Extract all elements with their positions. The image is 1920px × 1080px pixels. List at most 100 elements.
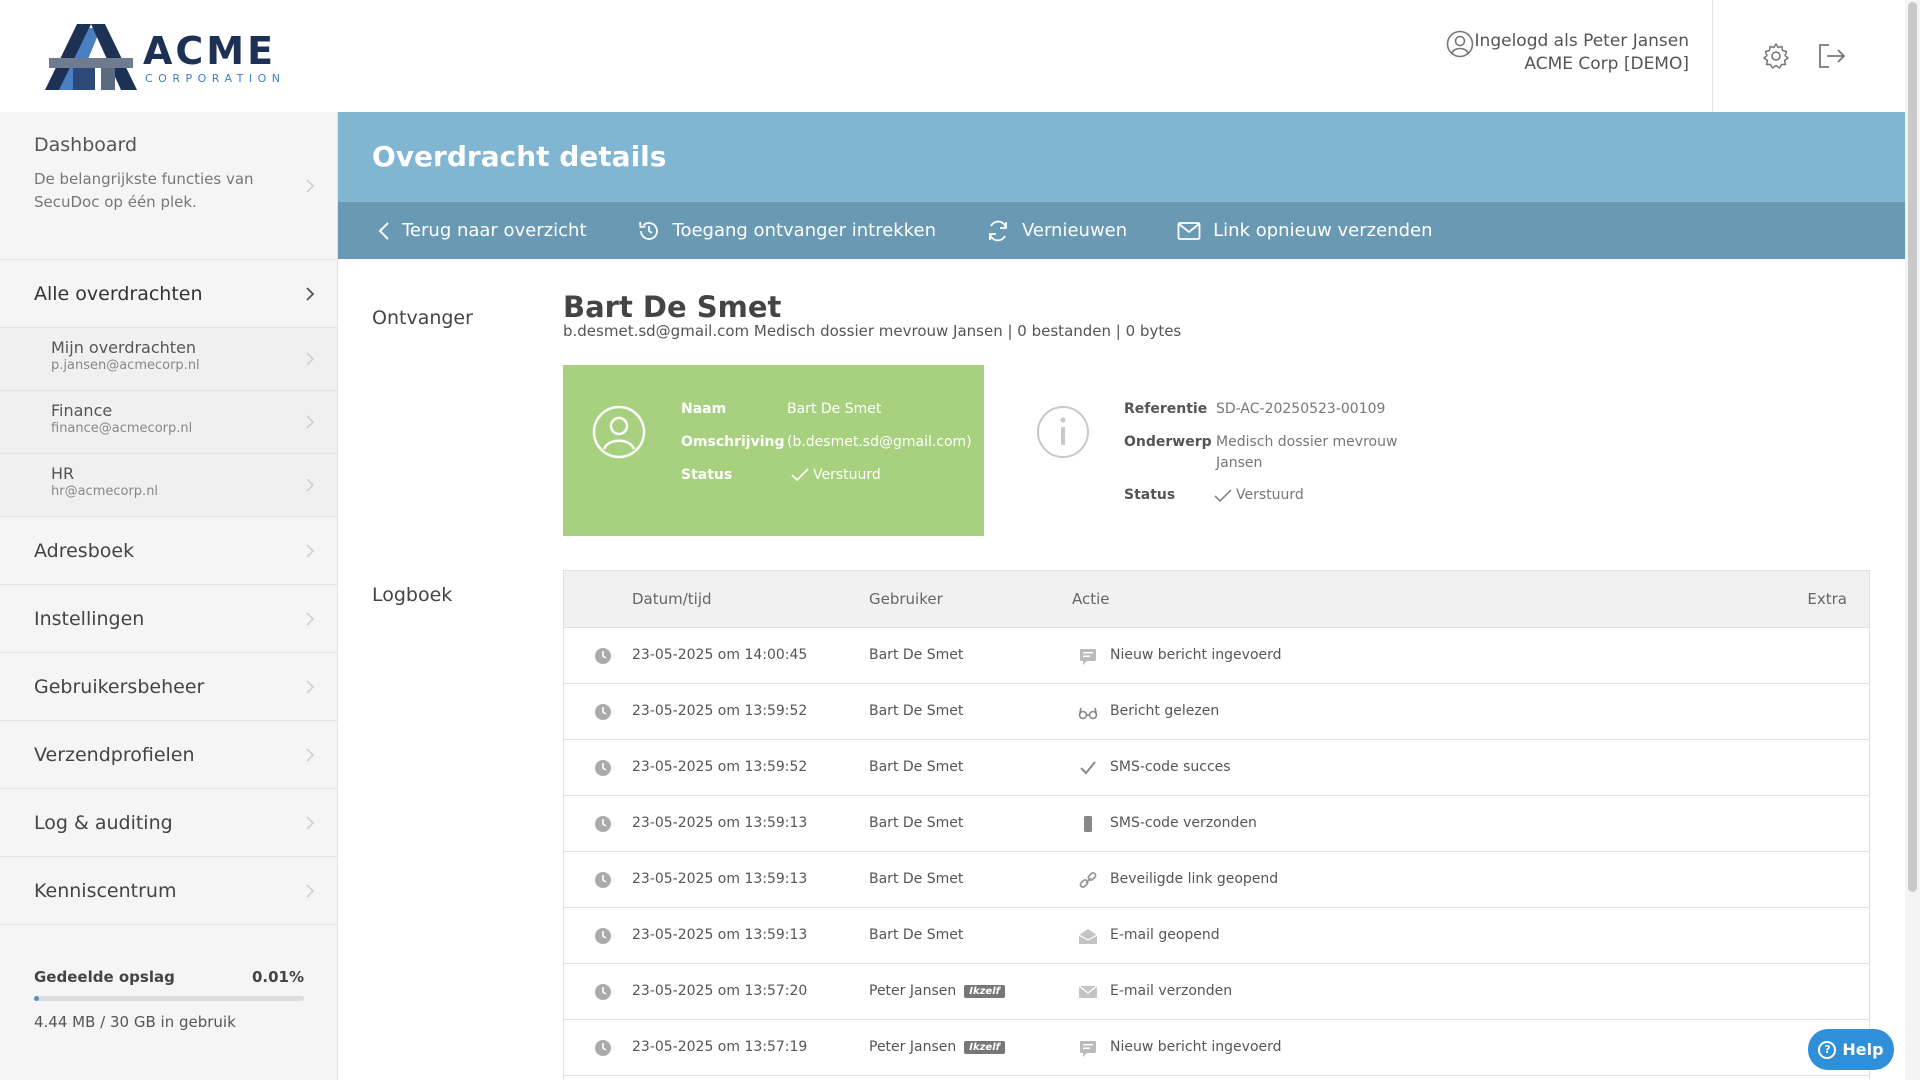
renew-button[interactable]: Vernieuwen [986,219,1127,243]
sidebar-item-all-transfers[interactable]: Alle overdrachten [0,260,337,328]
recipient-card-description-label: Omschrijving [681,434,785,450]
log-user: Bart De Smet [869,815,963,831]
self-badge: Ikzelf [964,985,1005,998]
log-action: SMS-code succes [1110,759,1231,775]
acme-logo-mark-icon [45,24,137,90]
recipient-card-name-value: Bart De Smet [787,401,882,417]
log-user: Bart De Smet [869,703,963,719]
sidebar-item-log-auditing[interactable]: Log & auditing [0,789,337,857]
log-datetime: 23-05-2025 om 13:59:52 [632,703,808,719]
sidebar-item-label: Log & auditing [34,812,173,834]
log-row: 23-05-2025 om 13:59:13 Bart De Smet E-mail… [564,908,1869,964]
storage-usage: 4.44 MB / 30 GB in gebruik [34,1013,236,1031]
history-icon [638,221,658,240]
recipient-card: Naam Bart De Smet Omschrijving (b.desmet… [563,365,984,536]
sidebar-dashboard-title: Dashboard [34,134,138,156]
sidebar-item-knowledge-center[interactable]: Kenniscentrum [0,857,337,925]
chevron-right-icon [306,287,315,301]
chevron-right-icon [306,884,315,898]
sidebar-subitem-my-transfers[interactable]: Mijn overdrachten p.jansen@acmecorp.nl [0,328,337,391]
log-user: Bart De Smet [869,871,963,887]
sidebar-subitem-title: Mijn overdrachten [51,338,197,357]
log-row: 23-05-2025 om 13:57:19 Peter Jansen Ikzelf… [564,1020,1869,1076]
self-badge: Ikzelf [964,1041,1005,1054]
log-user: Peter Jansen Ikzelf [869,1039,1005,1055]
clock-icon [595,1040,611,1056]
sidebar-item-address-book[interactable]: Adresboek [0,517,337,585]
column-header-extra[interactable]: Extra [1807,590,1847,608]
log-user-name: Bart De Smet [869,759,964,775]
sidebar-subitem-title: Finance [51,401,113,420]
log-action: E-mail verzonden [1110,983,1233,999]
revoke-access-button[interactable]: Toegang ontvanger intrekken [637,219,936,243]
back-to-overview-button[interactable]: Terug naar overzicht [378,220,587,241]
check-icon [791,468,809,482]
subject-label: Onderwerp [1124,434,1212,450]
clock-icon [595,928,611,944]
recipient-card-status-value: Verstuurd [813,467,881,483]
sidebar-item-dashboard[interactable]: Dashboard De belangrijkste functies van … [0,112,337,260]
logo-subtitle: CORPORATION [145,72,286,85]
sidebar-item-label: Kenniscentrum [34,880,177,902]
storage-progress-bar [34,996,304,1001]
log-section-label: Logboek [372,584,453,606]
log-user: Bart De Smet [869,647,963,663]
sidebar-item-user-management[interactable]: Gebruikersbeheer [0,653,337,721]
gear-icon[interactable] [1762,42,1790,70]
log-user-name: Bart De Smet [869,871,964,887]
log-datetime: 23-05-2025 om 14:00:45 [632,647,808,663]
sidebar-subitem-finance[interactable]: Finance finance@acmecorp.nl [0,391,337,454]
log-datetime: 23-05-2025 om 13:59:52 [632,759,808,775]
acme-logo[interactable]: ACME CORPORATION [45,24,285,90]
log-action: Nieuw bericht ingevoerd [1110,647,1282,663]
column-header-user[interactable]: Gebruiker [869,590,943,608]
transfer-info-card: Referentie SD-AC-20250523-00109 Onderwer… [1030,365,1460,536]
refresh-icon [989,220,1007,241]
chevron-left-icon [378,221,389,240]
header-divider [1712,0,1713,112]
envelope-icon [1078,985,1098,998]
logout-icon[interactable] [1817,42,1847,70]
chevron-right-icon [306,415,315,429]
page-scrollbar[interactable] [1905,0,1920,1080]
log-user-name: Bart De Smet [869,815,964,831]
help-label: Help [1842,1040,1884,1059]
sidebar-item-label: Gebruikersbeheer [34,676,205,698]
sidebar-subitem-hr[interactable]: HR hr@acmecorp.nl [0,454,337,517]
log-action: SMS-code verzonden [1110,815,1257,831]
clock-icon [595,984,611,1000]
user-avatar-icon [592,405,646,459]
sidebar-subitem-email: finance@acmecorp.nl [51,421,193,436]
link-icon [1079,872,1097,888]
envelope-icon [1177,221,1201,240]
back-to-overview-label: Terug naar overzicht [402,220,587,241]
page-title: Overdracht details [372,140,667,173]
recipient-section-label: Ontvanger [372,307,473,329]
chevron-right-icon [306,352,315,366]
log-user-name: Bart De Smet [869,647,964,663]
log-row: 23-05-2025 om 13:57:20 Peter Jansen Ikzelf… [564,964,1869,1020]
resend-link-button[interactable]: Link opnieuw verzenden [1177,220,1432,241]
glasses-icon [1078,707,1098,720]
sidebar-item-label: Instellingen [34,608,145,630]
sidebar-item-send-profiles[interactable]: Verzendprofielen [0,721,337,789]
log-row: 23-05-2025 om 13:59:13 Bart De Smet Beveil… [564,852,1869,908]
check-icon [1080,761,1096,775]
resend-link-label: Link opnieuw verzenden [1213,220,1433,241]
sidebar-item-label: Verzendprofielen [34,744,195,766]
chevron-right-icon [306,680,315,694]
column-header-action[interactable]: Actie [1072,590,1110,608]
log-table-body: 23-05-2025 om 14:00:45 Bart De Smet Nieuw … [564,628,1869,1076]
recipient-meta: b.desmet.sd@gmail.com Medisch dossier me… [563,322,1182,340]
user-circle-icon [1446,30,1474,58]
revoke-access-label: Toegang ontvanger intrekken [672,220,936,241]
column-header-datetime[interactable]: Datum/tijd [632,590,712,608]
sidebar-all-transfers-label: Alle overdrachten [34,283,203,305]
action-toolbar: Terug naar overzicht Toegang ontvanger i… [338,202,1905,259]
scrollbar-thumb[interactable] [1908,2,1917,892]
subject-value-line-1: Medisch dossier mevrouw [1216,434,1398,450]
log-row: 23-05-2025 om 13:59:52 Bart De Smet SMS-co… [564,740,1869,796]
sidebar-item-settings[interactable]: Instellingen [0,585,337,653]
log-datetime: 23-05-2025 om 13:57:19 [632,1039,808,1055]
help-button[interactable]: ? Help [1808,1029,1894,1070]
